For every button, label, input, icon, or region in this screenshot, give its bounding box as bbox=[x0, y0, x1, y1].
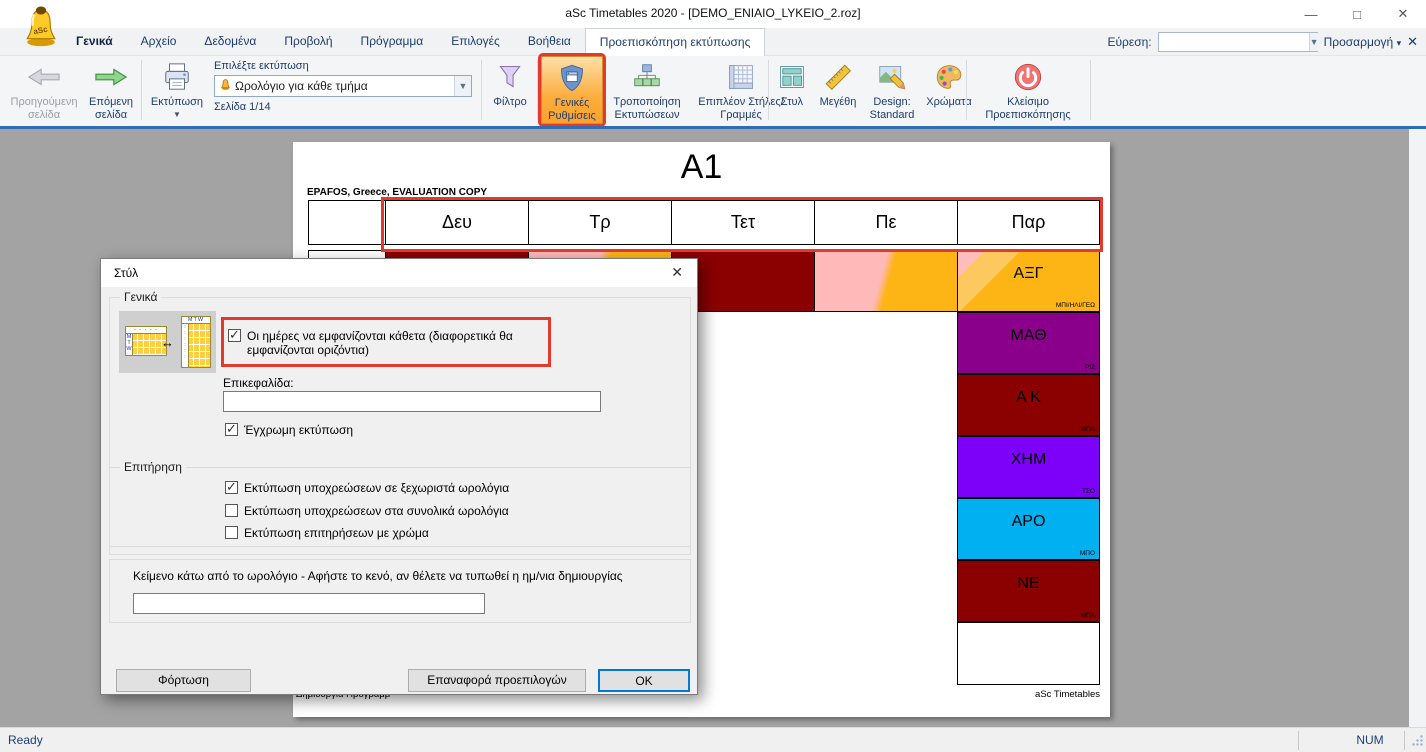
ribbon-tab-row: Γενικά Αρχείο Δεδομένα Προβολή Πρόγραμμα… bbox=[0, 28, 1426, 56]
next-page-arrow-icon bbox=[94, 60, 128, 94]
header-input[interactable] bbox=[223, 391, 601, 412]
lesson-cell-fri-1: ΑΞΓΜΠΙ/ΗΛΙ/ΓΕΩ bbox=[957, 250, 1100, 312]
lesson-cell-fri-2: ΜΑΘΡΙΖ bbox=[957, 312, 1100, 374]
toolbar-close-icon[interactable]: ✕ bbox=[1407, 34, 1418, 50]
tab-genika[interactable]: Γενικά bbox=[62, 28, 127, 56]
orientation-illustration: - - - - - MTW ↔ MTW :::::: bbox=[119, 311, 216, 373]
checkbox-color-print[interactable]: Έγχρωμη εκτύπωση bbox=[225, 423, 353, 437]
ok-button[interactable]: OK bbox=[598, 669, 690, 692]
layout-style-icon bbox=[775, 60, 809, 94]
close-button[interactable]: ✕ bbox=[1380, 0, 1426, 28]
table-grid-icon bbox=[724, 60, 758, 94]
tab-dedomena[interactable]: Δεδομένα bbox=[190, 28, 270, 56]
status-num: NUM bbox=[1340, 733, 1400, 747]
general-settings-button[interactable]: Γενικές Ρυθμίσεις bbox=[541, 56, 603, 124]
find-combobox[interactable]: ▼ bbox=[1158, 32, 1318, 52]
lesson-cell-fri-7-empty bbox=[957, 622, 1100, 685]
funnel-icon bbox=[493, 60, 527, 94]
class-timetable-icon bbox=[215, 78, 235, 94]
class-title: A1 bbox=[293, 148, 1110, 187]
supervision-color-checkbox-box[interactable] bbox=[225, 526, 238, 539]
lesson-cell-fri-4: ΧΗΜΤΣΟ bbox=[957, 436, 1100, 498]
corner-header-cell bbox=[308, 200, 386, 245]
style-dialog: Στύλ ✕ Γενικά - - - - - MTW ↔ MTW :::::: bbox=[100, 258, 698, 695]
days-row-highlight bbox=[381, 197, 1103, 252]
reset-defaults-button[interactable]: Επαναφορά προεπιλογών bbox=[408, 669, 586, 692]
find-dropdown-icon[interactable]: ▼ bbox=[1309, 33, 1319, 51]
find-label: Εύρεση: bbox=[1107, 35, 1151, 49]
swap-arrow-icon: ↔ bbox=[161, 335, 174, 350]
app-logo-bell-icon[interactable]: aSc bbox=[22, 3, 60, 49]
shield-settings-icon bbox=[555, 61, 589, 95]
checkbox-supervision-separate[interactable]: Εκτύπωση υποχρεώσεων σε ξεχωριστά ωρολόγ… bbox=[225, 481, 509, 495]
previous-page-arrow-icon bbox=[27, 60, 61, 94]
resize-grip[interactable] bbox=[1411, 734, 1424, 750]
next-page-button[interactable]: Επόμενη σελίδα bbox=[82, 56, 140, 124]
tab-voithia[interactable]: Βοήθεια bbox=[514, 28, 585, 56]
dialog-close-icon[interactable]: ✕ bbox=[671, 264, 683, 281]
tab-provoli[interactable]: Προβολή bbox=[270, 28, 346, 56]
vertical-days-highlight bbox=[221, 317, 551, 367]
color-print-checkbox-label: Έγχρωμη εκτύπωση bbox=[244, 423, 353, 437]
lesson-cell-fri-5: ΑΡΟΜΠΟ bbox=[957, 498, 1100, 560]
lesson-cell-thu-1 bbox=[814, 250, 958, 312]
sizes-button[interactable]: Μεγέθη bbox=[812, 56, 864, 124]
lesson-cell-fri-6: ΝΕΜΠΑ bbox=[957, 560, 1100, 622]
filter-button[interactable]: Φίλτρο bbox=[486, 56, 534, 124]
tab-programma[interactable]: Πρόγραμμα bbox=[347, 28, 438, 56]
supervision-total-checkbox-label: Εκτύπωση υποχρεώσεων στα συνολικά ωρολόγ… bbox=[244, 504, 509, 518]
print-type-dropdown-icon[interactable]: ▼ bbox=[454, 76, 471, 96]
style-button[interactable]: Στυλ bbox=[772, 56, 812, 124]
supervision-total-checkbox-box[interactable] bbox=[225, 504, 238, 517]
design-button[interactable]: Design: Standard bbox=[864, 56, 920, 124]
supervision-separate-checkbox-box[interactable] bbox=[225, 481, 238, 494]
page-footer-right: aSc Timetables bbox=[1035, 689, 1100, 700]
color-print-checkbox-box[interactable] bbox=[225, 423, 238, 436]
dialog-title: Στύλ bbox=[114, 266, 138, 280]
statusbar: Ready NUM bbox=[0, 727, 1426, 752]
ruler-icon bbox=[821, 60, 855, 94]
checkbox-supervision-color[interactable]: Εκτύπωση επιτηρήσεων με χρώμα bbox=[225, 526, 429, 540]
lesson-cell-fri-3: Α ΚΜΠΑ bbox=[957, 374, 1100, 436]
window-title: aSc Timetables 2020 - [DEMO_ENIAIO_LYKEI… bbox=[0, 6, 1426, 20]
app-window: aSc aSc Timetables 2020 - [DEMO_ENIAIO_L… bbox=[0, 0, 1426, 752]
customize-menu[interactable]: Προσαρμογή ▾ bbox=[1324, 35, 1401, 49]
previous-page-button[interactable]: Προηγούμενη σελίδα bbox=[6, 56, 82, 124]
printer-icon bbox=[160, 60, 194, 94]
load-button[interactable]: Φόρτωση bbox=[116, 669, 251, 692]
power-icon bbox=[1011, 60, 1045, 94]
maximize-button[interactable]: □ bbox=[1334, 0, 1380, 28]
print-button[interactable]: Εκτύπωση ▼ bbox=[146, 56, 208, 124]
colors-button[interactable]: Χρώματα bbox=[920, 56, 978, 124]
design-picture-pencil-icon bbox=[875, 60, 909, 94]
titlebar: aSc aSc Timetables 2020 - [DEMO_ENIAIO_L… bbox=[0, 0, 1426, 28]
select-print-label: Επιλέξτε εκτύπωση bbox=[214, 60, 472, 72]
customize-caret-icon: ▾ bbox=[1397, 38, 1402, 48]
tab-arxeio[interactable]: Αρχείο bbox=[127, 28, 191, 56]
print-type-value: Ωρολόγιο για κάθε τμήμα bbox=[235, 79, 454, 93]
ribbon: Προηγούμενη σελίδα Επόμενη σελίδα bbox=[0, 56, 1426, 126]
palette-icon bbox=[932, 60, 966, 94]
org-chart-icon bbox=[630, 60, 664, 94]
supervision-separate-checkbox-label: Εκτύπωση υποχρεώσεων σε ξεχωριστά ωρολόγ… bbox=[244, 481, 509, 495]
print-preview-area: A1 EPAFOS, Greece, EVALUATION COPY Δευ Τ… bbox=[0, 129, 1409, 727]
footer-text-label: Κείμενο κάτω από το ωρολόγιο - Αφήστε το… bbox=[133, 569, 623, 583]
status-ready: Ready bbox=[8, 733, 43, 747]
dialog-titlebar[interactable]: Στύλ ✕ bbox=[101, 259, 697, 287]
header-label: Επικεφαλίδα: bbox=[223, 376, 294, 390]
print-dropdown-caret-icon: ▼ bbox=[173, 110, 181, 119]
supervision-color-checkbox-label: Εκτύπωση επιτηρήσεων με χρώμα bbox=[244, 526, 429, 540]
tab-epiloges[interactable]: Επιλογές bbox=[437, 28, 514, 56]
footer-text-input[interactable] bbox=[133, 593, 485, 614]
tab-print-preview[interactable]: Προεπισκόπηση εκτύπωσης bbox=[585, 28, 766, 56]
print-type-combobox[interactable]: Ωρολόγιο για κάθε τμήμα ▼ bbox=[214, 75, 472, 97]
find-input[interactable] bbox=[1159, 33, 1309, 51]
page-indicator: Σελίδα 1/14 bbox=[214, 101, 472, 113]
modify-prints-button[interactable]: Τροποποίηση Εκτυπώσεων bbox=[603, 56, 691, 124]
minimize-button[interactable]: — bbox=[1288, 0, 1334, 28]
close-preview-button[interactable]: Κλείσιμο Προεπισκόπησης bbox=[972, 56, 1084, 124]
checkbox-supervision-total[interactable]: Εκτύπωση υποχρεώσεων στα συνολικά ωρολόγ… bbox=[225, 504, 509, 518]
